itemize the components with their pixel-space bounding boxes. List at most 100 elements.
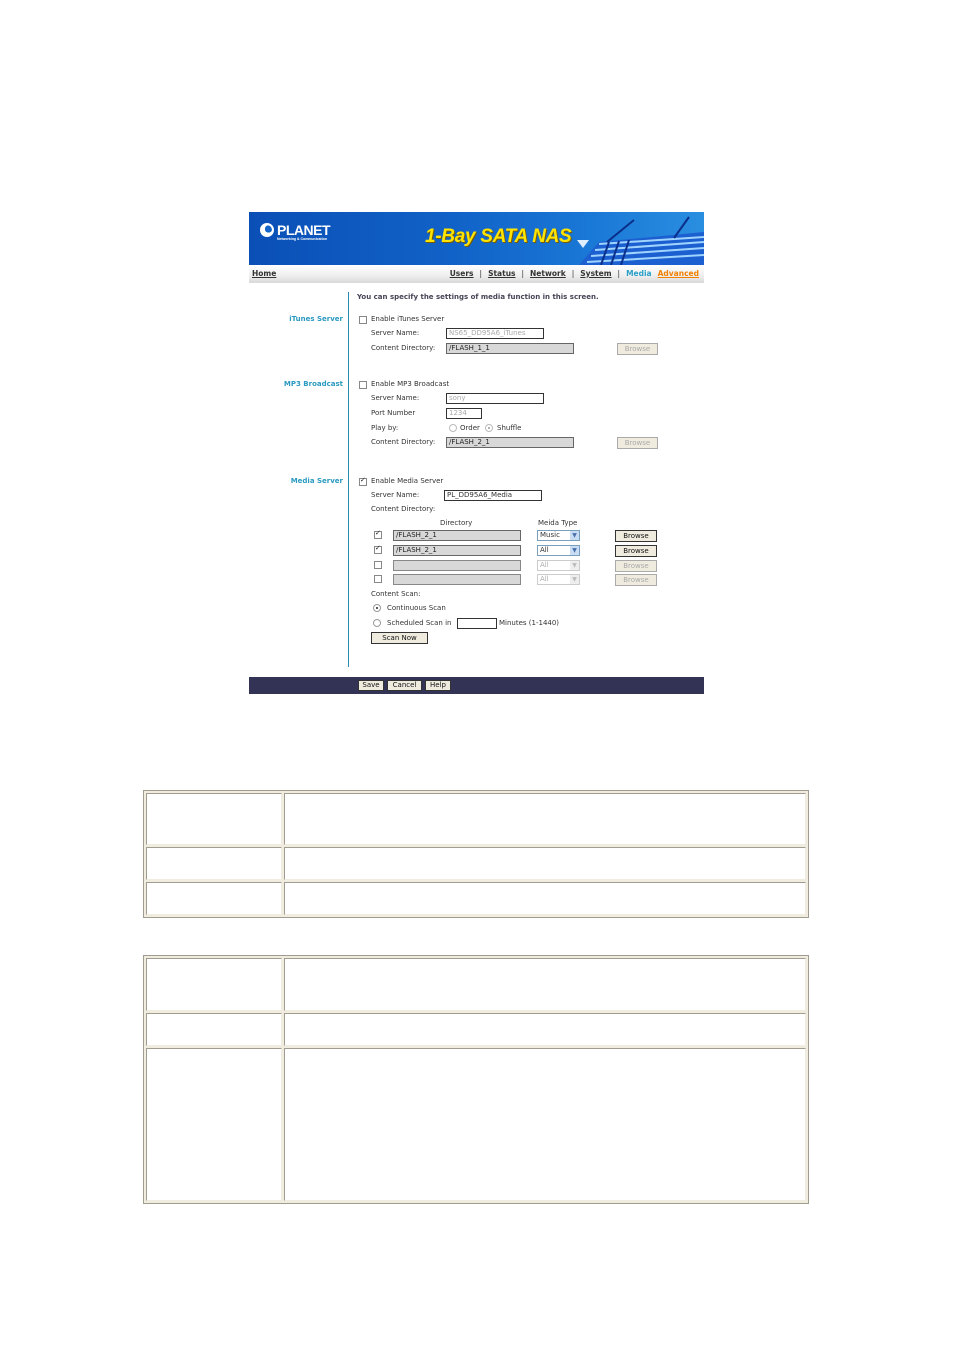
- product-title: 1-Bay SATA NAS: [425, 226, 572, 247]
- minutes-range-label: Minutes (1-1440): [499, 619, 560, 627]
- media-server-name-input[interactable]: PL_DD95A6_Media: [444, 490, 542, 501]
- nav-separator: |: [617, 269, 621, 278]
- table-cell: [146, 882, 282, 915]
- enable-itunes-label: Enable iTunes Server: [371, 315, 445, 323]
- description-table-1: [143, 790, 809, 918]
- enable-media-checkbox[interactable]: [359, 476, 367, 486]
- enable-itunes-checkbox[interactable]: [359, 316, 367, 324]
- chevron-down-icon: ▼: [570, 575, 579, 584]
- nav-separator: |: [521, 269, 525, 278]
- nav-status-link[interactable]: Status: [488, 269, 515, 278]
- table-cell: [146, 1013, 282, 1046]
- dir-row-4-checkbox[interactable]: [374, 575, 382, 583]
- table-cell: [146, 793, 282, 845]
- table-cell: [284, 1048, 806, 1201]
- itunes-content-dir-input[interactable]: /FLASH_1_1: [446, 343, 574, 354]
- dir-row-2-type-value: All: [540, 546, 549, 554]
- mp3-content-dir-label: Content Directory:: [371, 438, 436, 446]
- dir-row-1-type-select[interactable]: Music ▼: [537, 530, 580, 541]
- scan-now-button[interactable]: Scan Now: [371, 632, 428, 644]
- chevron-down-icon: ▼: [570, 546, 579, 555]
- play-shuffle-label: Shuffle: [497, 424, 522, 432]
- table-cell: [284, 793, 806, 845]
- header-banner: PLANET Networking & Communication 1-Bay …: [249, 212, 704, 265]
- enable-mp3-checkbox[interactable]: [359, 381, 367, 389]
- media-section-label: Media Server: [290, 477, 343, 485]
- table-row: [146, 958, 806, 1011]
- mp3-port-input[interactable]: 1234: [446, 408, 482, 419]
- table-row: [146, 793, 806, 845]
- help-button[interactable]: Help: [425, 680, 451, 691]
- dir-row-3-type-select[interactable]: All ▼: [537, 560, 580, 571]
- dir-row-2-browse-button[interactable]: Browse: [615, 545, 657, 557]
- mp3-server-name-input[interactable]: sony: [446, 393, 544, 404]
- building-graphic-icon: [577, 216, 704, 265]
- enable-mp3-label: Enable MP3 Broadcast: [371, 380, 450, 388]
- table-cell: [146, 958, 282, 1011]
- continuous-scan-radio[interactable]: [373, 604, 381, 612]
- table-row: [146, 847, 806, 880]
- itunes-browse-button[interactable]: Browse: [617, 343, 658, 355]
- chevron-down-icon: ▼: [570, 561, 579, 570]
- scheduled-minutes-input[interactable]: [457, 618, 497, 629]
- table-cell: [284, 882, 806, 915]
- mp3-browse-button[interactable]: Browse: [617, 437, 658, 449]
- content-scan-label: Content Scan:: [371, 590, 421, 598]
- save-button[interactable]: Save: [358, 680, 384, 691]
- itunes-server-name-input[interactable]: NS65_DD95A6_iTunes: [446, 328, 544, 339]
- dir-row-3-checkbox[interactable]: [374, 561, 382, 569]
- nav-home-link[interactable]: Home: [252, 269, 276, 278]
- table-cell: [284, 958, 806, 1011]
- dir-row-1-input[interactable]: /FLASH_2_1: [393, 530, 521, 541]
- mp3-section-label: MP3 Broadcast: [283, 380, 343, 388]
- dir-row-2-input[interactable]: /FLASH_2_1: [393, 545, 521, 556]
- table-cell: [284, 847, 806, 880]
- footer-action-bar: Save Cancel Help: [249, 677, 704, 694]
- nav-media-link[interactable]: Media: [626, 269, 652, 278]
- logo-name: PLANET: [277, 222, 331, 238]
- play-shuffle-radio[interactable]: [485, 424, 493, 432]
- enable-media-label: Enable Media Server: [371, 477, 444, 485]
- itunes-server-name-label: Server Name:: [371, 329, 420, 337]
- dir-row-1-type-value: Music: [540, 531, 560, 539]
- dir-row-4-input[interactable]: [393, 574, 521, 585]
- play-order-radio[interactable]: [449, 424, 457, 432]
- dir-row-3-browse-button[interactable]: Browse: [615, 560, 657, 572]
- media-type-column-header: Meida Type: [538, 519, 578, 527]
- nav-users-link[interactable]: Users: [450, 269, 474, 278]
- dir-row-1-checkbox[interactable]: [374, 529, 382, 539]
- mp3-server-name-label: Server Name:: [371, 394, 420, 402]
- nav-separator: |: [571, 269, 575, 278]
- mp3-play-by-label: Play by:: [371, 424, 399, 432]
- scheduled-scan-label: Scheduled Scan in: [387, 619, 452, 627]
- nav-separator: |: [479, 269, 483, 278]
- dir-row-4-browse-button[interactable]: Browse: [615, 574, 657, 586]
- dir-row-4-type-select[interactable]: All ▼: [537, 574, 580, 585]
- media-content-dir-label: Content Directory:: [371, 505, 436, 513]
- itunes-section-label: iTunes Server: [289, 315, 343, 323]
- nav-network-link[interactable]: Network: [530, 269, 566, 278]
- nas-admin-window: PLANET Networking & Communication 1-Bay …: [249, 212, 704, 694]
- dir-row-3-input[interactable]: [393, 560, 521, 571]
- dir-row-3-type-value: All: [540, 561, 549, 569]
- dir-row-2-type-select[interactable]: All ▼: [537, 545, 580, 556]
- nav-advanced-link[interactable]: Advanced: [658, 269, 699, 278]
- intro-text: You can specify the settings of media fu…: [357, 293, 599, 301]
- dir-row-1-browse-button[interactable]: Browse: [615, 530, 657, 542]
- mp3-port-label: Port Number: [371, 409, 416, 417]
- media-settings-form: You can specify the settings of media fu…: [249, 283, 704, 677]
- itunes-content-dir-label: Content Directory:: [371, 344, 436, 352]
- table-cell: [146, 1048, 282, 1201]
- nav-bar: Home Users | Status | Network | System | Media Ad…: [249, 265, 704, 283]
- dir-row-2-checkbox[interactable]: [374, 544, 382, 554]
- directory-column-header: Directory: [440, 519, 473, 527]
- scheduled-scan-radio[interactable]: [373, 619, 381, 627]
- play-order-label: Order: [460, 424, 480, 432]
- dir-row-4-type-value: All: [540, 575, 549, 583]
- nav-system-link[interactable]: System: [580, 269, 611, 278]
- table-cell: [284, 1013, 806, 1046]
- cancel-button[interactable]: Cancel: [387, 680, 422, 691]
- description-table-2: [143, 955, 809, 1204]
- mp3-content-dir-input[interactable]: /FLASH_2_1: [446, 437, 574, 448]
- section-divider: [348, 292, 349, 667]
